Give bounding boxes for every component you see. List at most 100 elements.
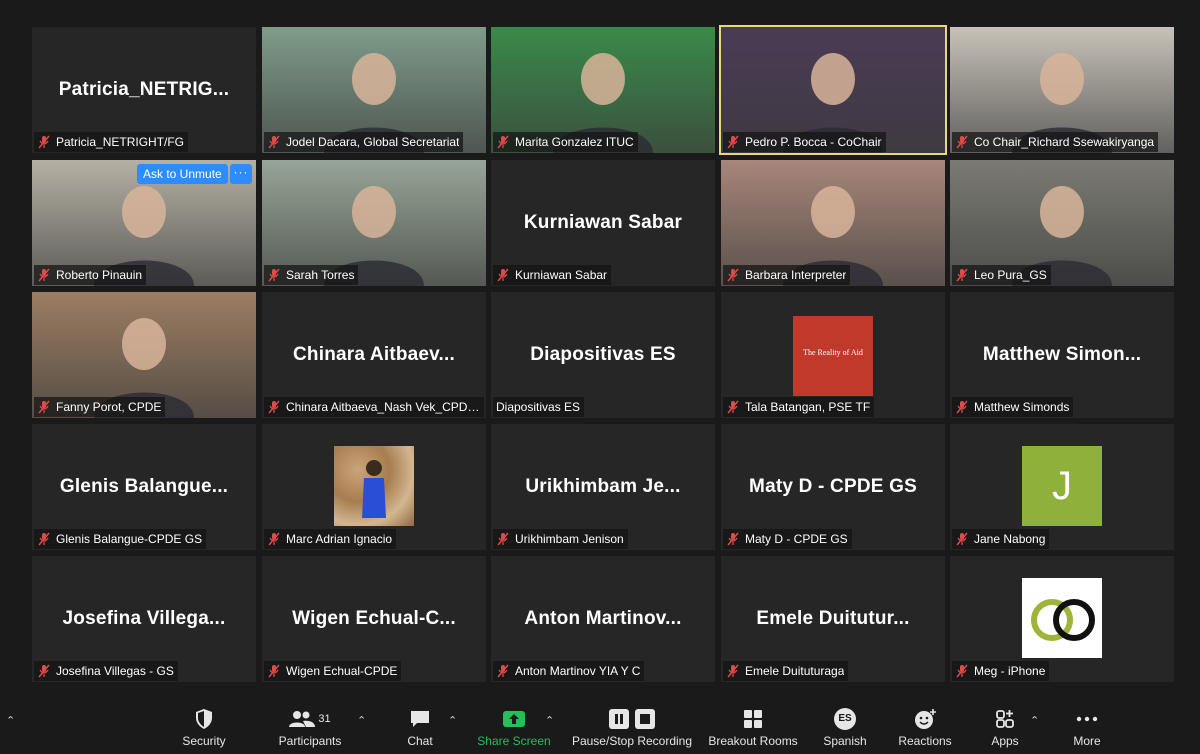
participant-tile[interactable]: Anton Martinov... Anton Martinov YIA Y C: [491, 556, 715, 682]
share-caret-icon[interactable]: ⌃: [545, 714, 554, 727]
participant-name: Jodel Dacara, Global Secretariat: [286, 135, 460, 149]
participant-name-label: Leo Pura_GS: [952, 265, 1051, 285]
participant-name: Fanny Porot, CPDE: [56, 400, 162, 414]
participant-tile[interactable]: Marc Adrian Ignacio: [262, 424, 486, 550]
participant-display-name: Chinara Aitbaev...: [293, 344, 455, 365]
apps-button[interactable]: Apps: [986, 708, 1024, 748]
participant-tile[interactable]: Fanny Porot, CPDE: [32, 292, 256, 418]
share-screen-label: Share Screen: [477, 734, 551, 748]
participant-name-label: Barbara Interpreter: [723, 265, 851, 285]
participant-name-label: Tala Batangan, PSE TF: [723, 397, 875, 417]
participant-tile[interactable]: Patricia_NETRIG... Patricia_NETRIGHT/FG: [32, 27, 256, 153]
chat-button[interactable]: Chat: [400, 708, 440, 748]
participant-tile[interactable]: Co Chair_Richard Ssewakiryanga: [950, 27, 1174, 153]
muted-mic-icon: [956, 135, 968, 149]
shield-icon: [196, 709, 212, 729]
muted-mic-icon: [38, 532, 50, 546]
security-label: Security: [182, 734, 226, 748]
muted-mic-icon: [38, 135, 50, 149]
participants-button[interactable]: 31 Participants: [272, 708, 348, 748]
participant-name: Matthew Simonds: [974, 400, 1070, 414]
logo-text: The Reality of Aid: [803, 348, 863, 357]
participant-tile[interactable]: Matthew Simon... Matthew Simonds: [950, 292, 1174, 418]
breakout-rooms-button[interactable]: Breakout Rooms: [706, 708, 800, 748]
participant-name: Barbara Interpreter: [745, 268, 847, 282]
more-button[interactable]: More: [1068, 708, 1106, 748]
participant-display-name: Matthew Simon...: [982, 344, 1142, 365]
participant-tile[interactable]: Diapositivas ES Diapositivas ES: [491, 292, 715, 418]
breakout-rooms-icon: [744, 710, 762, 728]
participant-tile[interactable]: Kurniawan Sabar Kurniawan Sabar: [491, 160, 715, 286]
participant-tile[interactable]: Emele Duitutur... Emele Duituturaga: [721, 556, 945, 682]
participant-tile[interactable]: Wigen Echual-C... Wigen Echual-CPDE: [262, 556, 486, 682]
participant-name-label: Marc Adrian Ignacio: [264, 529, 397, 549]
participant-tile[interactable]: Maty D - CPDE GS Maty D - CPDE GS: [721, 424, 945, 550]
audio-caret-icon[interactable]: ⌃: [6, 714, 15, 727]
participant-name: Co Chair_Richard Ssewakiryanga: [974, 135, 1155, 149]
security-button[interactable]: Security: [180, 708, 228, 748]
avatar: J: [1022, 446, 1102, 526]
participants-caret-icon[interactable]: ⌃: [357, 714, 366, 727]
breakout-rooms-label: Breakout Rooms: [708, 734, 798, 748]
more-label: More: [1073, 734, 1101, 748]
chat-caret-icon[interactable]: ⌃: [448, 714, 457, 727]
participant-name: Glenis Balangue-CPDE GS: [56, 532, 203, 546]
participant-tile[interactable]: Chinara Aitbaev... Chinara Aitbaeva_Nash …: [262, 292, 486, 418]
participant-name-label: Meg - iPhone: [952, 661, 1050, 681]
participant-name: Chinara Aitbaeva_Nash Vek_CPDE ...: [286, 400, 480, 414]
participant-name-label: Maty D - CPDE GS: [723, 529, 852, 549]
recording-button[interactable]: Pause/Stop Recording: [570, 708, 694, 748]
participant-display-name: Anton Martinov...: [524, 608, 682, 629]
ask-to-unmute-button[interactable]: Ask to Unmute: [137, 164, 228, 184]
participant-display-name: Maty D - CPDE GS: [749, 476, 917, 497]
video-grid: Patricia_NETRIG... Patricia_NETRIGHT/FG Jo…: [32, 25, 1175, 682]
participant-display-name: Diapositivas ES: [530, 344, 676, 365]
participant-tile[interactable]: Urikhimbam Je... Urikhimbam Jenison: [491, 424, 715, 550]
muted-mic-icon: [268, 400, 280, 414]
person-icon: [362, 460, 386, 518]
muted-mic-icon: [497, 532, 509, 546]
participant-tile[interactable]: Pedro P. Bocca - CoChair: [719, 25, 947, 155]
muted-mic-icon: [956, 532, 968, 546]
participant-name-label: Sarah Torres: [264, 265, 359, 285]
participant-tile[interactable]: Josefina Villega... Josefina Villegas - G…: [32, 556, 256, 682]
muted-mic-icon: [727, 400, 739, 414]
participant-display-name: Emele Duitutur...: [756, 608, 910, 629]
participant-display-name: Kurniawan Sabar: [523, 212, 683, 233]
tile-more-button[interactable]: ···: [230, 164, 252, 184]
participant-tile[interactable]: Barbara Interpreter: [721, 160, 945, 286]
participant-name: Meg - iPhone: [974, 664, 1046, 678]
participants-icon: [289, 711, 316, 727]
participant-name-label: Jodel Dacara, Global Secretariat: [264, 132, 464, 152]
reactions-button[interactable]: Reactions: [896, 708, 954, 748]
participant-tile[interactable]: The Reality of Aid Tala Batangan, PSE TF: [721, 292, 945, 418]
participant-tile[interactable]: Meg - iPhone: [950, 556, 1174, 682]
participant-tile[interactable]: Leo Pura_GS: [950, 160, 1174, 286]
participants-label: Participants: [278, 734, 342, 748]
participant-name-label: Roberto Pinauin: [34, 265, 147, 285]
participant-name-label: Pedro P. Bocca - CoChair: [723, 132, 886, 152]
reactions-icon: [915, 709, 936, 729]
participant-name: Jane Nabong: [974, 532, 1046, 546]
participant-name-label: Glenis Balangue-CPDE GS: [34, 529, 207, 549]
participant-name: Emele Duituturaga: [745, 664, 845, 678]
participant-display-name: Josefina Villega...: [62, 608, 226, 629]
apps-caret-icon[interactable]: ⌃: [1030, 714, 1039, 727]
participant-name-label: Wigen Echual-CPDE: [264, 661, 402, 681]
participant-tile[interactable]: Ask to Unmute ··· Roberto Pinauin: [32, 160, 256, 286]
muted-mic-icon: [727, 664, 739, 678]
apps-icon: [996, 710, 1014, 728]
participant-display-name: Patricia_NETRIG...: [58, 79, 230, 100]
participant-name: Leo Pura_GS: [974, 268, 1047, 282]
participant-name: Wigen Echual-CPDE: [286, 664, 398, 678]
participant-tile[interactable]: Marita Gonzalez ITUC: [491, 27, 715, 153]
recording-label: Pause/Stop Recording: [571, 734, 693, 748]
participant-tile[interactable]: J Jane Nabong: [950, 424, 1174, 550]
participant-tile[interactable]: Jodel Dacara, Global Secretariat: [262, 27, 486, 153]
muted-mic-icon: [956, 268, 968, 282]
participant-tile[interactable]: Sarah Torres: [262, 160, 486, 286]
participant-name-label: Urikhimbam Jenison: [493, 529, 628, 549]
share-screen-button[interactable]: Share Screen: [476, 708, 552, 748]
interpretation-button[interactable]: ES Spanish: [820, 708, 870, 748]
participant-tile[interactable]: Glenis Balangue... Glenis Balangue-CPDE G…: [32, 424, 256, 550]
